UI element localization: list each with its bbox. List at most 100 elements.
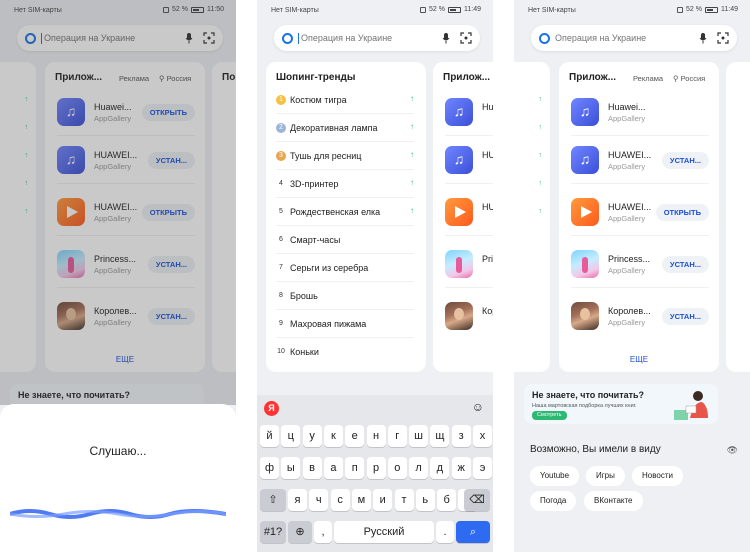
search-input[interactable] <box>555 33 693 43</box>
trend-item[interactable]: 1 Костюм тигра ↑ <box>276 86 414 114</box>
key-letter[interactable]: г <box>387 425 407 447</box>
language-key[interactable]: ⊕ <box>288 521 312 543</box>
microphone-icon[interactable] <box>440 32 451 44</box>
battery-icon <box>705 6 718 13</box>
trend-item[interactable]: 4 3D-принтер ↑ <box>276 170 414 198</box>
key-letter[interactable]: й <box>260 425 279 447</box>
apps-card: Прилож... Реклама ⚲ Россия Huawei... App… <box>559 62 719 372</box>
trend-label: Рождественская елка <box>290 207 381 217</box>
key-letter[interactable]: а <box>323 457 343 479</box>
rank-badge: 7 <box>279 264 283 271</box>
suggestion-chip[interactable]: Игры <box>586 466 625 486</box>
key-letter[interactable]: я <box>288 489 307 511</box>
key-letter[interactable]: б <box>437 489 457 511</box>
keyboard-toolbar: Я ☺ <box>257 395 493 422</box>
rank-badge: 4 <box>279 180 283 187</box>
battery-percent: 52 % <box>686 6 702 13</box>
globe-icon: ⊕ <box>295 526 305 538</box>
app-row[interactable]: HUAWEI... AppGallery УСТАН... <box>571 138 709 184</box>
shift-key[interactable]: ⇧ <box>260 489 286 511</box>
install-button[interactable]: УСТАН... <box>661 256 709 273</box>
symbols-key[interactable]: #1? <box>260 521 286 543</box>
banner-view-button[interactable]: Смотреть <box>532 411 567 420</box>
app-row[interactable]: Королев... AppGallery УСТАН... <box>571 294 709 340</box>
app-store: AppGallery <box>608 214 646 223</box>
key-letter[interactable]: т <box>394 489 414 511</box>
open-button[interactable]: ОТКРЫТЬ <box>655 204 709 221</box>
app-row[interactable]: Princess... AppGallery УСТАН... <box>571 242 709 288</box>
visual-search-icon[interactable] <box>459 32 472 45</box>
phone-screen-voice: Нет SIM-карты 52 % 11:50 ↑ ↑ ↑ ↑ ↑ Прило… <box>0 0 236 552</box>
rank-badge: 6 <box>279 236 283 243</box>
install-button[interactable]: УСТАН... <box>661 152 709 169</box>
suggestion-chip[interactable]: Новости <box>632 466 683 486</box>
book-banner[interactable]: Не знаете, что почитать? Наша мартовская… <box>524 384 718 424</box>
search-bar[interactable] <box>531 25 737 51</box>
suggestion-chip[interactable]: ВКонтакте <box>584 491 643 511</box>
key-letter[interactable]: ц <box>281 425 301 447</box>
ad-label: Реклама <box>633 74 664 83</box>
app-row[interactable]: HUAWEI... AppGallery ОТКРЫТЬ <box>571 190 709 236</box>
key-letter[interactable]: л <box>409 457 429 479</box>
app-row[interactable]: Princess... <box>445 242 493 288</box>
trend-item[interactable]: 8 Брошь <box>276 282 414 310</box>
trend-item[interactable]: 7 Серьги из серебра <box>276 254 414 282</box>
music-app-icon <box>571 98 599 126</box>
key-letter[interactable]: з <box>451 425 471 447</box>
trend-item[interactable]: 9 Махровая пижама <box>276 310 414 338</box>
notification-icon <box>420 6 427 13</box>
more-link[interactable]: ЕЩЕ <box>559 355 719 364</box>
key-letter[interactable]: н <box>366 425 386 447</box>
period-key[interactable]: . <box>436 521 454 543</box>
trend-item[interactable]: 5 Рождественская елка ↑ <box>276 198 414 226</box>
key-letter[interactable]: ь <box>415 489 435 511</box>
search-input[interactable] <box>301 33 436 43</box>
trend-item[interactable]: 2 Декоративная лампа ↑ <box>276 114 414 142</box>
key-letter[interactable]: у <box>302 425 322 447</box>
key-letter[interactable]: ы <box>281 457 301 479</box>
key-letter[interactable]: е <box>345 425 365 447</box>
suggestion-chip[interactable]: Youtube <box>530 466 580 486</box>
key-letter[interactable]: ч <box>309 489 329 511</box>
app-row[interactable]: Huawei... AppGallery <box>571 90 709 136</box>
trend-item[interactable]: 6 Смарт-часы <box>276 226 414 254</box>
emoji-icon[interactable]: ☺ <box>472 400 484 414</box>
app-row[interactable]: HUAWEI... <box>445 138 493 184</box>
yandex-logo-icon[interactable]: Я <box>264 401 279 416</box>
key-letter[interactable]: в <box>302 457 322 479</box>
comma-key[interactable]: , <box>314 521 332 543</box>
region-label[interactable]: ⚲ Россия <box>673 74 705 83</box>
install-button[interactable]: УСТАН... <box>661 308 709 325</box>
key-letter[interactable]: щ <box>430 425 450 447</box>
trend-item[interactable]: 10 Коньки <box>276 338 414 366</box>
app-row[interactable]: Huawei... <box>445 90 493 136</box>
key-letter[interactable]: ф <box>260 457 279 479</box>
key-letter[interactable]: и <box>373 489 393 511</box>
microphone-icon[interactable] <box>697 32 708 44</box>
key-letter[interactable]: х <box>473 425 492 447</box>
visual-search-icon[interactable] <box>716 32 729 45</box>
key-letter[interactable]: п <box>345 457 365 479</box>
key-letter[interactable]: д <box>430 457 450 479</box>
app-row[interactable]: Королев... <box>445 294 493 340</box>
app-row[interactable]: HUAWEI... <box>445 190 493 236</box>
key-letter[interactable]: о <box>387 457 407 479</box>
key-letter[interactable]: р <box>366 457 386 479</box>
backspace-icon: ⌫ <box>469 494 485 506</box>
key-letter[interactable]: с <box>330 489 350 511</box>
browser-logo-icon <box>539 32 550 44</box>
space-key[interactable]: Русский <box>334 521 434 543</box>
search-key[interactable]: ⌕ <box>456 521 490 543</box>
key-letter[interactable]: ш <box>409 425 429 447</box>
shift-icon: ⇧ <box>268 494 278 506</box>
key-letter[interactable]: э <box>473 457 492 479</box>
key-letter[interactable]: м <box>351 489 371 511</box>
key-letter[interactable]: ж <box>451 457 471 479</box>
trend-item[interactable]: 3 Тушь для ресниц ↑ <box>276 142 414 170</box>
backspace-key[interactable]: ⌫ <box>464 489 490 511</box>
suggestion-chip[interactable]: Погода <box>530 491 577 511</box>
eye-icon[interactable]: 👁 <box>727 445 738 456</box>
search-bar[interactable] <box>274 25 480 51</box>
key-letter[interactable]: к <box>323 425 343 447</box>
app-name: Princess... <box>608 254 651 264</box>
